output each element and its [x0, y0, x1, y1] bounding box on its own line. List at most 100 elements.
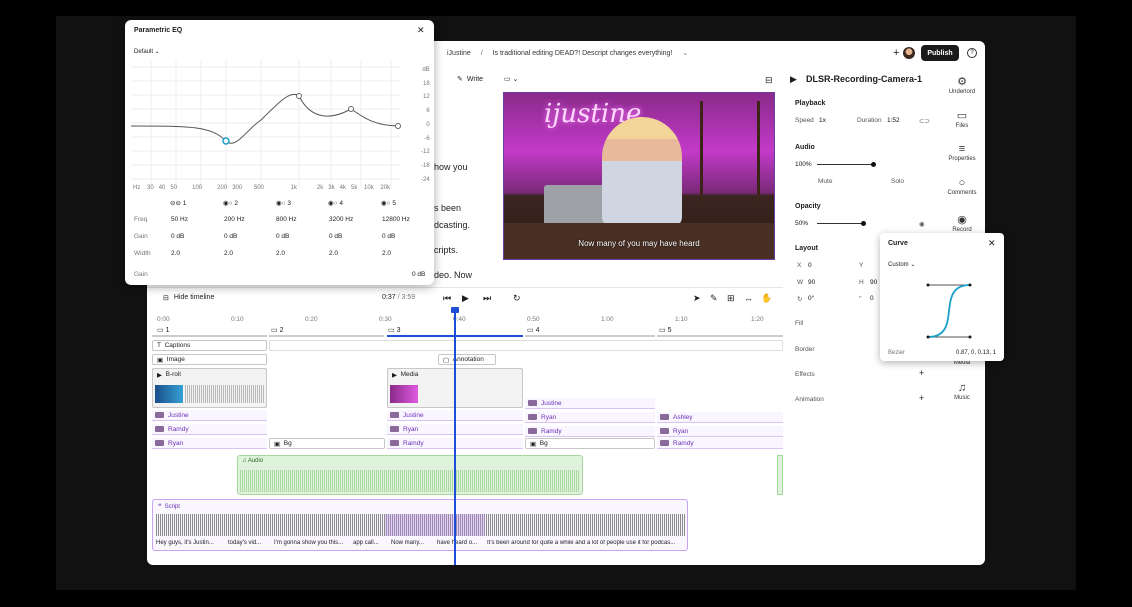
breadcrumb-title[interactable]: Is traditional editing DEAD?! Descript c… [493, 50, 673, 57]
sidebar-item-files[interactable]: ▭ Files [942, 110, 982, 129]
add-collaborator-icon[interactable]: + [893, 48, 899, 59]
speaker-clip[interactable]: Ashley [657, 412, 783, 423]
chevron-down-icon[interactable]: ⌄ [682, 50, 688, 57]
fill-label[interactable]: Fill [795, 320, 803, 327]
speaker-clip[interactable]: Ramdy [657, 438, 783, 449]
band-freq-value[interactable]: 12800 Hz [382, 216, 410, 223]
script-word[interactable]: Now many... [391, 540, 424, 546]
script-text-line[interactable]: dcasting. [434, 220, 470, 230]
layout-icon[interactable]: ⊟ [765, 75, 773, 86]
video-preview[interactable]: ijustine Now many of you may have heard [503, 92, 775, 260]
border-label[interactable]: Border [795, 346, 815, 353]
animation-label[interactable]: Animation [795, 396, 824, 403]
band-gain-value[interactable]: 0 dB [382, 233, 395, 240]
script-text-line[interactable]: s been [434, 203, 461, 213]
skip-forward-icon[interactable]: ⏭ [483, 293, 491, 304]
script-text-line[interactable]: how you [434, 162, 468, 172]
script-word[interactable]: I'm gonna show you this... [274, 540, 343, 546]
add-effect-icon[interactable]: + [919, 368, 924, 378]
audio-clip[interactable]: ♫ Audio [237, 455, 583, 495]
band-toggle[interactable]: ◉○ 5 [381, 199, 396, 207]
playhead-handle[interactable] [451, 307, 459, 313]
corner-radius-value[interactable]: 0 [870, 295, 874, 302]
output-gain-value[interactable]: 0 dB [412, 271, 425, 278]
pen-tool-icon[interactable]: ✎ [710, 293, 718, 304]
speaker-clip[interactable]: Ryan [525, 412, 655, 423]
close-icon[interactable]: ✕ [417, 25, 425, 36]
script-word[interactable]: Hey guys, it's Justin... [156, 540, 214, 546]
expand-icon[interactable]: ↔ [744, 293, 753, 303]
band-gain-value[interactable]: 0 dB [276, 233, 289, 240]
scene-marker[interactable]: ▭ 2 [271, 326, 283, 334]
speaker-clip[interactable]: Justine [152, 410, 267, 421]
band-freq-value[interactable]: 200 Hz [224, 216, 245, 223]
captions-track[interactable]: T Captions [152, 340, 267, 351]
insert-icon[interactable]: ⊞ [727, 293, 735, 304]
volume-slider[interactable] [817, 164, 873, 165]
eye-icon[interactable]: ◉ [919, 220, 925, 228]
bezier-values[interactable]: 0.87, 0, 0.13, 1 [956, 350, 996, 356]
speaker-clip[interactable]: Justine [525, 398, 655, 409]
solo-button[interactable]: Solo [891, 178, 904, 185]
band-gain-value[interactable]: 0 dB [224, 233, 237, 240]
bg-clip[interactable]: ▣ Bg [525, 438, 655, 449]
band-gain-value[interactable]: 0 dB [329, 233, 342, 240]
opacity-slider-knob[interactable] [861, 221, 866, 226]
loop-icon[interactable]: ↻ [513, 293, 521, 304]
audio-clip-next[interactable] [777, 455, 783, 495]
add-animation-icon[interactable]: + [919, 393, 924, 403]
layout-toggle-icon[interactable]: ▭ ⌄ [504, 75, 518, 83]
x-value[interactable]: 0 [808, 262, 812, 269]
scene-marker[interactable]: ▭ 1 [157, 326, 169, 334]
band-width-value[interactable]: 2.0 [329, 250, 338, 257]
link-icon[interactable]: ⊂⊃ [919, 117, 930, 125]
band-toggle[interactable]: ◉○ 3 [276, 199, 291, 207]
write-mode-button[interactable]: ✎ Write [457, 75, 483, 84]
band-toggle[interactable]: ◉○ 2 [223, 199, 238, 207]
script-word[interactable]: have heard o... [437, 540, 477, 546]
skip-back-icon[interactable]: ⏮ [443, 293, 451, 304]
duration-value[interactable]: 1:52 [887, 117, 900, 124]
band-width-value[interactable]: 2.0 [382, 250, 391, 257]
sidebar-item-music[interactable]: ♫ Music [942, 382, 982, 401]
script-text-line[interactable]: cripts. [434, 245, 458, 255]
rotation-value[interactable]: 0° [808, 295, 814, 302]
playhead[interactable] [454, 309, 456, 565]
scene-marker[interactable]: ▭ 5 [659, 326, 671, 334]
breadcrumb-project[interactable]: iJustine [447, 50, 471, 57]
script-word[interactable]: today's vid... [228, 540, 261, 546]
speed-value[interactable]: 1x [819, 117, 826, 124]
mute-button[interactable]: Mute [818, 178, 832, 185]
h-value[interactable]: 90 [870, 279, 877, 286]
band-width-value[interactable]: 2.0 [276, 250, 285, 257]
curve-preset-select[interactable]: Custom ⌄ [888, 261, 915, 268]
hand-tool-icon[interactable]: ✋ [761, 293, 772, 304]
publish-button[interactable]: Publish [921, 45, 959, 61]
band-freq-value[interactable]: 800 Hz [276, 216, 297, 223]
eq-preset-select[interactable]: Default ⌄ [134, 48, 160, 55]
sidebar-item-record[interactable]: ◉ Record [942, 214, 982, 233]
band-gain-value[interactable]: 0 dB [171, 233, 184, 240]
hide-timeline-button[interactable]: ⊟ Hide timeline [163, 294, 214, 302]
band-toggle[interactable]: ⊖⊖ 1 [170, 199, 186, 207]
volume-slider-knob[interactable] [871, 162, 876, 167]
script-text-line[interactable]: deo. Now [434, 270, 472, 280]
close-icon[interactable]: ✕ [988, 238, 996, 249]
w-value[interactable]: 90 [808, 279, 815, 286]
band-freq-value[interactable]: 50 Hz [171, 216, 188, 223]
scene-marker[interactable]: ▭ 3 [388, 326, 400, 334]
image-track[interactable]: ▣ Image [152, 354, 267, 365]
annotation-clip[interactable]: ▢ Annotation [438, 354, 496, 365]
band-toggle[interactable]: ◉○ 4 [328, 199, 343, 207]
speaker-clip[interactable]: Ryan [657, 426, 783, 437]
script-word[interactable]: It's been around for quite a while and a… [487, 540, 685, 546]
sidebar-item-underlord[interactable]: ⚙ Underlord [942, 76, 982, 95]
bezier-curve-graph[interactable] [920, 279, 980, 343]
effects-label[interactable]: Effects [795, 371, 815, 378]
speaker-clip[interactable]: Ramdy [525, 426, 655, 437]
script-word[interactable]: app call... [353, 540, 379, 546]
help-icon[interactable]: ? [967, 48, 977, 58]
avatar[interactable] [903, 47, 915, 59]
band-width-value[interactable]: 2.0 [171, 250, 180, 257]
captions-track[interactable] [269, 340, 783, 351]
